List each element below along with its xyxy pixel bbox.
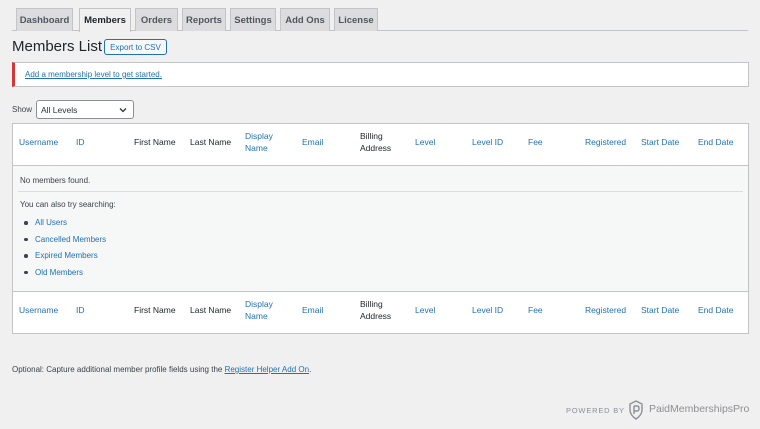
footer-column-first-name: First Name bbox=[134, 304, 176, 316]
column-label: Fee bbox=[528, 305, 543, 315]
column-label: First Name bbox=[134, 305, 176, 315]
footer-column-fee[interactable]: Fee bbox=[528, 304, 543, 316]
header-column-level[interactable]: Level bbox=[415, 136, 435, 148]
header-column-end-date[interactable]: End Date bbox=[698, 136, 733, 148]
column-label: Level bbox=[415, 305, 436, 315]
level-filter-label: Show bbox=[12, 105, 33, 114]
header-column-start-date[interactable]: Start Date bbox=[641, 136, 679, 148]
footer-column-email[interactable]: Email bbox=[302, 304, 323, 316]
table-body: No members found. You can also try searc… bbox=[13, 166, 748, 291]
chevron-down-icon bbox=[119, 108, 127, 113]
level-filter-select[interactable]: All Levels bbox=[36, 100, 134, 119]
search-suggestion-list: All Users Cancelled Members Expired Member… bbox=[23, 218, 106, 284]
tab-dashboard[interactable]: Dashboard bbox=[16, 8, 73, 31]
footer-column-level-id[interactable]: Level ID bbox=[472, 304, 503, 316]
footer-column-end-date[interactable]: End Date bbox=[698, 304, 733, 316]
footer-column-username[interactable]: Username bbox=[19, 304, 58, 316]
suggestion-link-old-members[interactable]: Old Members bbox=[23, 268, 106, 285]
optional-note: Optional: Capture additional member prof… bbox=[12, 365, 311, 374]
column-label: Email bbox=[302, 305, 324, 315]
optional-note-text: Optional: Capture additional member prof… bbox=[12, 365, 225, 374]
column-label: ID bbox=[76, 305, 85, 315]
header-column-username[interactable]: Username bbox=[19, 136, 58, 148]
members-table: Username ID First Name Last Name Display Name… bbox=[12, 123, 749, 334]
header-column-fee[interactable]: Fee bbox=[528, 136, 543, 148]
powered-by-label: POWERED BY bbox=[566, 406, 625, 415]
column-label: Start Date bbox=[641, 137, 680, 147]
header-column-last-name: Last Name bbox=[190, 136, 231, 148]
table-header: Username ID First Name Last Name Display Name… bbox=[13, 124, 748, 166]
column-label: Username bbox=[19, 137, 59, 147]
footer-column-last-name: Last Name bbox=[190, 304, 231, 316]
footer-column-registered[interactable]: Registered bbox=[585, 304, 626, 316]
register-helper-link[interactable]: Register Helper Add On bbox=[225, 365, 310, 374]
header-column-email[interactable]: Email bbox=[302, 136, 323, 148]
column-label: Display bbox=[245, 299, 273, 309]
column-label: Name bbox=[245, 143, 268, 153]
column-label: Level bbox=[415, 137, 436, 147]
column-label: End Date bbox=[698, 305, 734, 315]
tab-add-ons[interactable]: Add Ons bbox=[280, 8, 330, 31]
column-label: Last Name bbox=[190, 137, 232, 147]
tab-orders[interactable]: Orders bbox=[135, 8, 178, 31]
column-label: Email bbox=[302, 137, 324, 147]
column-label: Username bbox=[19, 305, 59, 315]
footer-column-start-date[interactable]: Start Date bbox=[641, 304, 679, 316]
header-column-first-name: First Name bbox=[134, 136, 176, 148]
column-label: Address bbox=[360, 143, 392, 153]
add-membership-level-link[interactable]: Add a membership level to get started. bbox=[25, 70, 162, 79]
empty-message: No members found. bbox=[20, 176, 91, 185]
header-column-registered[interactable]: Registered bbox=[585, 136, 626, 148]
column-label: Registered bbox=[585, 137, 627, 147]
column-label: Fee bbox=[528, 137, 543, 147]
footer-column-billing-address: Billing Address bbox=[360, 298, 391, 322]
column-label: Billing bbox=[360, 131, 383, 141]
tab-reports[interactable]: Reports bbox=[182, 8, 226, 31]
level-filter-value: All Levels bbox=[41, 104, 78, 115]
column-label: First Name bbox=[134, 137, 176, 147]
column-label: End Date bbox=[698, 137, 734, 147]
column-label: Last Name bbox=[190, 305, 232, 315]
footer-column-id[interactable]: ID bbox=[76, 304, 85, 316]
page-title: Members List bbox=[12, 38, 103, 55]
column-label: ID bbox=[76, 137, 85, 147]
column-label: Name bbox=[245, 311, 268, 321]
column-label: Display bbox=[245, 131, 273, 141]
suggestion-link-cancelled-members[interactable]: Cancelled Members bbox=[23, 235, 106, 252]
column-label: Registered bbox=[585, 305, 627, 315]
tab-license[interactable]: License bbox=[334, 8, 378, 31]
suggestion-link-expired-members[interactable]: Expired Members bbox=[23, 251, 106, 268]
search-suggestion-intro: You can also try searching: bbox=[20, 200, 116, 209]
tab-members[interactable]: Members bbox=[79, 8, 131, 32]
header-column-billing-address: Billing Address bbox=[360, 130, 391, 154]
table-footer: Username ID First Name Last Name Display Name… bbox=[13, 291, 748, 333]
header-column-display-name[interactable]: Display Name bbox=[245, 130, 273, 154]
export-csv-button[interactable]: Export to CSV bbox=[104, 39, 167, 55]
footer-column-display-name[interactable]: Display Name bbox=[245, 298, 273, 322]
column-label: Billing bbox=[360, 299, 383, 309]
column-label: Start Date bbox=[641, 305, 680, 315]
column-label: Address bbox=[360, 311, 392, 321]
optional-note-suffix: . bbox=[309, 365, 312, 374]
footer-column-level[interactable]: Level bbox=[415, 304, 435, 316]
notice-banner: Add a membership level to get started. bbox=[12, 62, 749, 87]
nav-tab-bar: Dashboard Members Orders Reports Settings Add… bbox=[12, 8, 748, 32]
header-column-id[interactable]: ID bbox=[76, 136, 85, 148]
column-label: Level ID bbox=[472, 305, 504, 315]
divider bbox=[18, 191, 743, 192]
header-column-level-id[interactable]: Level ID bbox=[472, 136, 503, 148]
column-label: Level ID bbox=[472, 137, 504, 147]
brand-name: PaidMembershipsPro bbox=[649, 403, 750, 415]
suggestion-link-all-users[interactable]: All Users bbox=[23, 218, 106, 235]
tab-settings[interactable]: Settings bbox=[230, 8, 276, 31]
pmpro-logo-icon bbox=[629, 400, 643, 420]
